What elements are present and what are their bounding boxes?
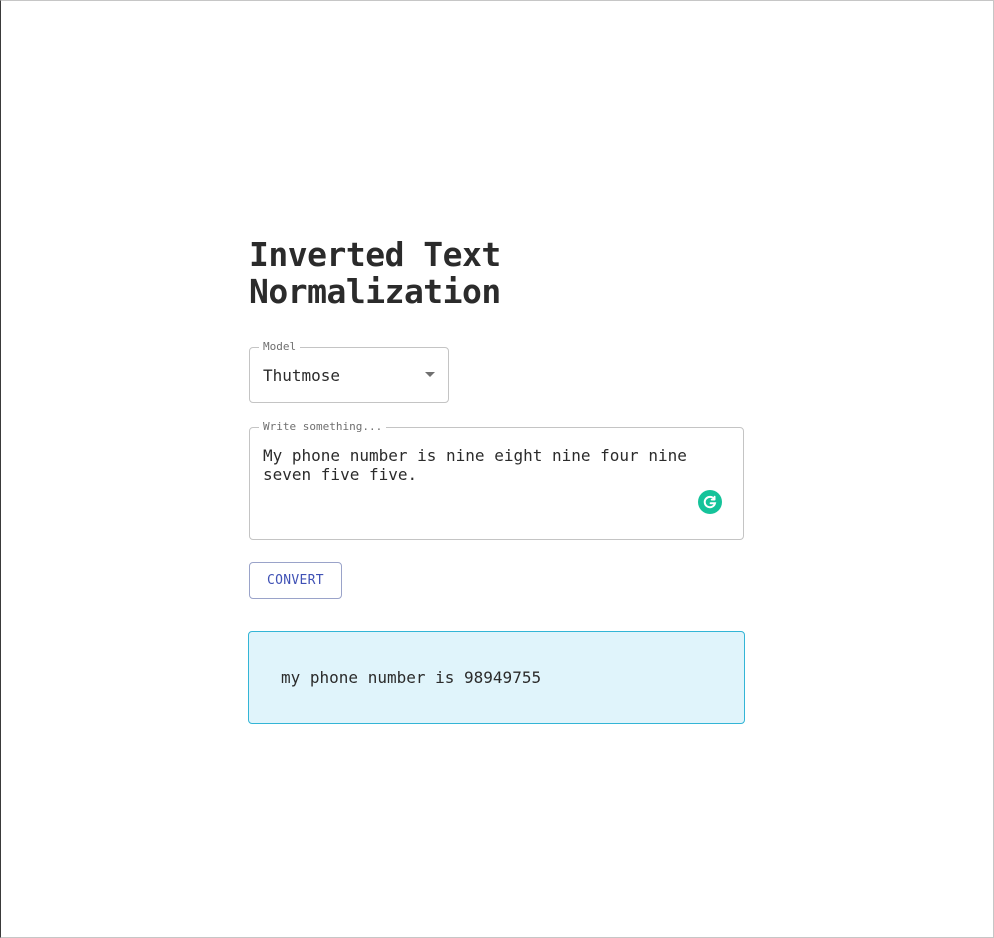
result-panel: my phone number is 98949755 (248, 631, 745, 724)
model-value: Thutmose (263, 366, 341, 385)
text-input[interactable]: Write something... My phone number is ni… (249, 420, 744, 540)
text-input-value[interactable]: My phone number is nine eight nine four … (263, 446, 703, 484)
convert-button[interactable]: CONVERT (249, 562, 342, 599)
model-label: Model (259, 340, 301, 354)
chevron-down-icon[interactable] (425, 372, 435, 377)
page-title: Inverted Text Normalization (249, 235, 501, 311)
text-input-label: Write something... (259, 420, 387, 434)
model-select[interactable]: Model Thutmose (249, 340, 449, 403)
result-text: my phone number is 98949755 (281, 668, 542, 687)
grammarly-icon[interactable] (698, 490, 722, 514)
